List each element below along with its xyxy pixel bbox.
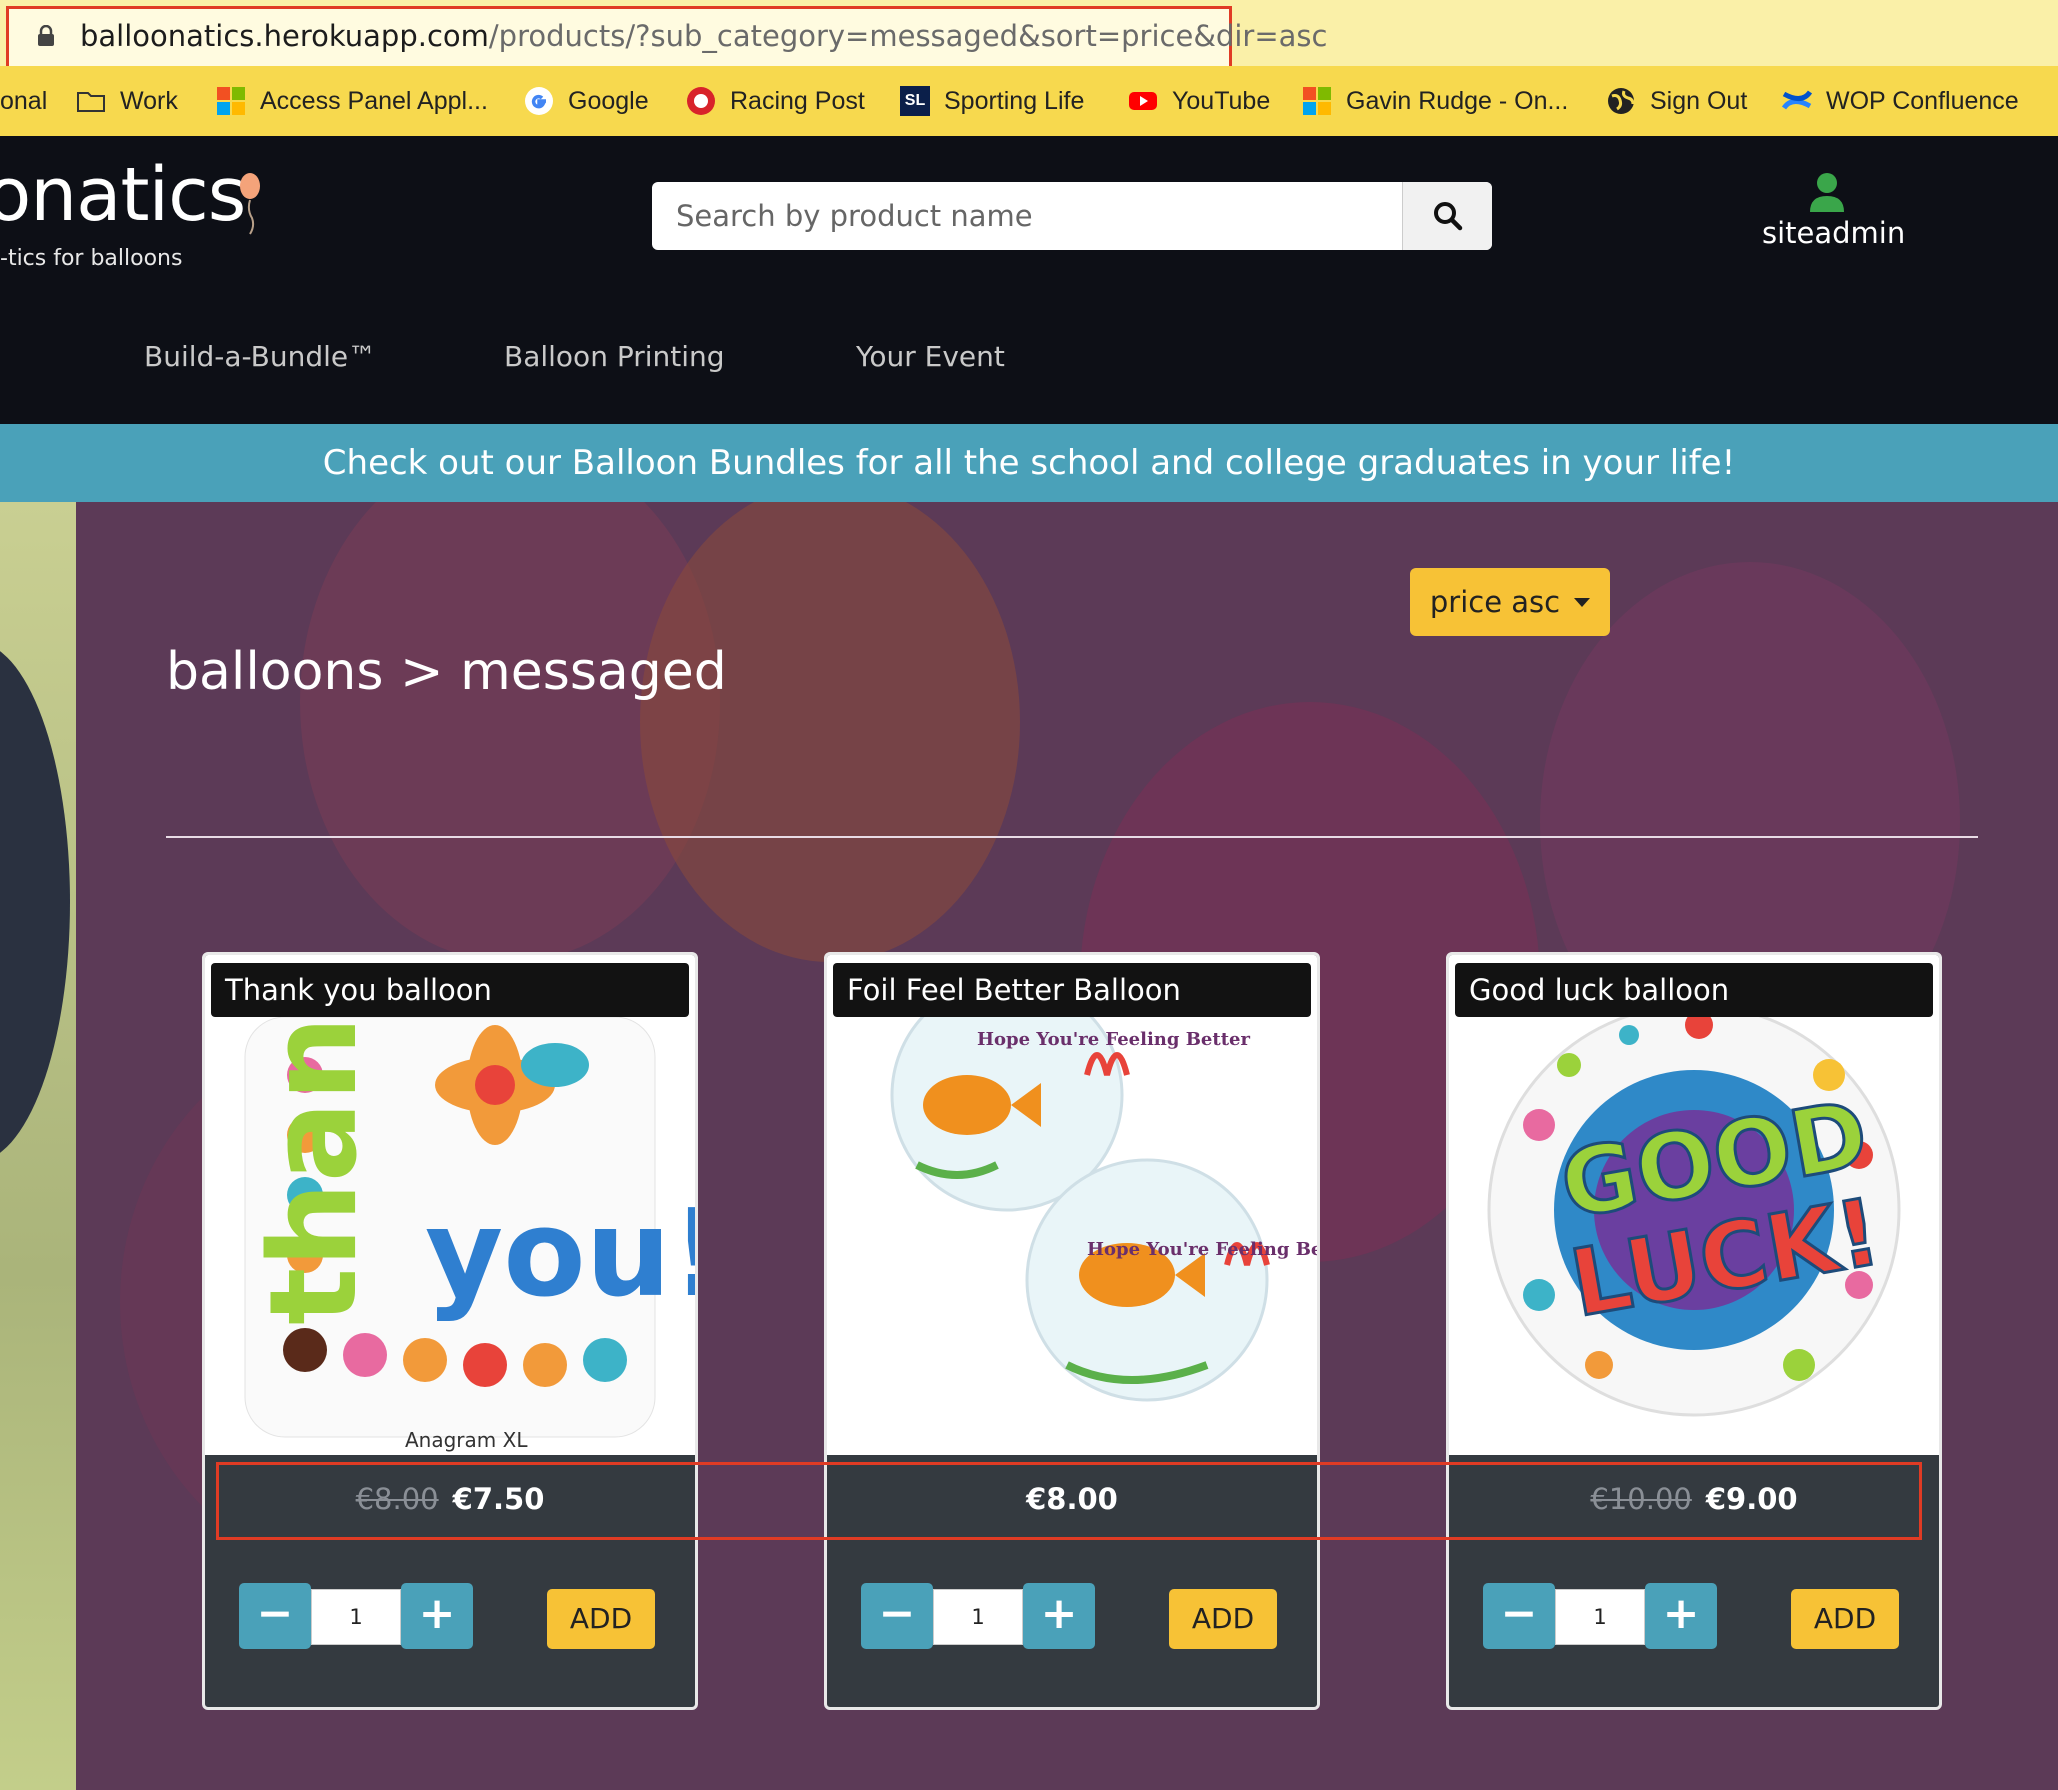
bookmark-google[interactable]: Google <box>524 66 649 136</box>
confluence-icon <box>1782 90 1812 110</box>
bookmarks-bar: onal Work Access Panel Appl... Google Ra… <box>0 66 2058 136</box>
increase-quantity-button[interactable]: + <box>401 1583 473 1649</box>
thank-you-balloon-image: than you! Anagram XL <box>244 1016 695 1452</box>
product-image-feel-better[interactable]: Hope You're Feeling Better Hope You're F… <box>827 955 1317 1455</box>
add-to-bag-button[interactable]: ADD <box>547 1589 655 1649</box>
bookmark-work[interactable]: Work <box>76 66 178 136</box>
good-luck-balloon-image: GOOD LUCK! <box>1487 1003 1901 1417</box>
nav-item-partial[interactable]: o <box>0 340 1 373</box>
bookmark-gavin-rudge[interactable]: Gavin Rudge - On... <box>1302 66 1568 136</box>
search-icon <box>1434 202 1463 231</box>
bookmark-wop-confluence[interactable]: WOP Confluence <box>1782 66 2019 136</box>
nav-build-a-bundle[interactable]: Build-a-Bundle™ <box>144 340 376 373</box>
decrease-quantity-button[interactable]: − <box>861 1583 933 1649</box>
account-username[interactable]: siteadmin <box>1762 216 1905 250</box>
site-logo[interactable]: onatics <box>0 152 246 238</box>
product-card: GOOD LUCK! Good luck balloon €10.00 €9.0… <box>1446 952 1942 1710</box>
balloon-print-text: you! <box>425 1185 695 1324</box>
product-card: Hope You're Feeling Better Hope You're F… <box>824 952 1320 1710</box>
feel-better-balloon-image: Hope You're Feeling Better Hope You're F… <box>890 978 1317 1402</box>
url-path: /products/?sub_category=messaged&sort=pr… <box>488 19 1328 53</box>
quantity-input[interactable] <box>933 1589 1023 1645</box>
section-divider <box>166 836 1978 838</box>
bookmark-sign-out[interactable]: Sign Out <box>1606 66 1747 136</box>
product-title[interactable]: Good luck balloon <box>1455 963 1933 1017</box>
bookmark-label: WOP Confluence <box>1826 86 2019 115</box>
sl-icon: SL <box>900 86 930 116</box>
bookmark-label: onal <box>0 86 48 115</box>
balloon-print-text: Hope You're Feeling Better <box>1087 1239 1317 1260</box>
globe-icon <box>1608 88 1635 114</box>
category-breadcrumb: balloons > messaged <box>166 642 727 702</box>
quantity-input[interactable] <box>1555 1589 1645 1645</box>
sort-dropdown[interactable]: price asc <box>1410 568 1610 636</box>
caret-down-icon <box>1574 597 1591 607</box>
bookmark-label: YouTube <box>1172 86 1271 115</box>
add-to-bag-button[interactable]: ADD <box>1169 1589 1277 1649</box>
search-button[interactable] <box>1402 182 1492 250</box>
product-image-thank-you[interactable]: than you! Anagram XL <box>205 955 695 1455</box>
increase-quantity-button[interactable]: + <box>1645 1583 1717 1649</box>
url-domain: balloonatics.herokuapp.com <box>80 19 489 53</box>
nav-your-event[interactable]: Your Event <box>856 340 1005 373</box>
product-title[interactable]: Foil Feel Better Balloon <box>833 963 1311 1017</box>
microsoft-icon <box>217 87 245 115</box>
background-balloon <box>640 502 1020 962</box>
product-card: than you! Anagram XL Thank you balloon €… <box>202 952 698 1710</box>
bookmark-label: Sign Out <box>1650 86 1748 115</box>
balloon-print-text: than <box>245 1016 384 1325</box>
add-to-bag-button[interactable]: ADD <box>1791 1589 1899 1649</box>
bookmark-label: Work <box>120 86 178 115</box>
search-bar <box>652 182 1492 250</box>
decrease-quantity-button[interactable]: − <box>239 1583 311 1649</box>
racing-post-icon <box>687 87 715 115</box>
balloon-logo-icon <box>240 173 260 235</box>
bookmark-label: Racing Post <box>730 86 865 115</box>
promo-banner[interactable]: Check out our Balloon Bundles for all th… <box>0 424 2058 502</box>
sort-dropdown-label: price asc <box>1429 585 1561 619</box>
product-title[interactable]: Thank you balloon <box>211 963 689 1017</box>
bookmark-youtube[interactable]: YouTube <box>1128 66 1270 136</box>
promo-banner-text: Check out our Balloon Bundles for all th… <box>322 443 1736 483</box>
youtube-icon <box>1129 92 1157 110</box>
bookmark-sporting-life[interactable]: SL Sporting Life <box>900 66 1084 136</box>
site-header <box>0 136 2058 424</box>
site-tagline: -tics for balloons <box>0 246 183 271</box>
increase-quantity-button[interactable]: + <box>1023 1583 1095 1649</box>
bookmark-label: Gavin Rudge - On... <box>1346 86 1569 115</box>
quantity-input[interactable] <box>311 1589 401 1645</box>
nav-balloon-printing[interactable]: Balloon Printing <box>504 340 725 373</box>
bookmark-access-panel[interactable]: Access Panel Appl... <box>216 66 488 136</box>
main-content: price asc balloons > messaged than you! … <box>0 502 2058 1790</box>
price-highlight-box <box>216 1462 1922 1540</box>
bookmark-label: Sporting Life <box>944 86 1085 115</box>
decrease-quantity-button[interactable]: − <box>1483 1583 1555 1649</box>
balloon-print-text: Hope You're Feeling Better <box>977 1029 1250 1050</box>
folder-icon <box>77 92 105 112</box>
logo-text: onatics <box>0 152 246 238</box>
microsoft-icon <box>1303 87 1331 115</box>
google-icon <box>525 87 553 115</box>
product-image-good-luck[interactable]: GOOD LUCK! <box>1449 955 1939 1455</box>
url-text[interactable]: balloonatics.herokuapp.com/products/?sub… <box>80 14 1327 58</box>
bookmark-racing-post[interactable]: Racing Post <box>686 66 865 136</box>
balloon-print-text: Anagram XL <box>405 1428 528 1452</box>
bookmark-label: Google <box>568 86 649 115</box>
bookmark-onal[interactable]: onal <box>0 66 47 136</box>
bookmark-label: Access Panel Appl... <box>260 86 488 115</box>
lock-icon <box>38 25 54 46</box>
user-icon[interactable] <box>1808 172 1846 212</box>
search-input[interactable] <box>652 182 1400 250</box>
